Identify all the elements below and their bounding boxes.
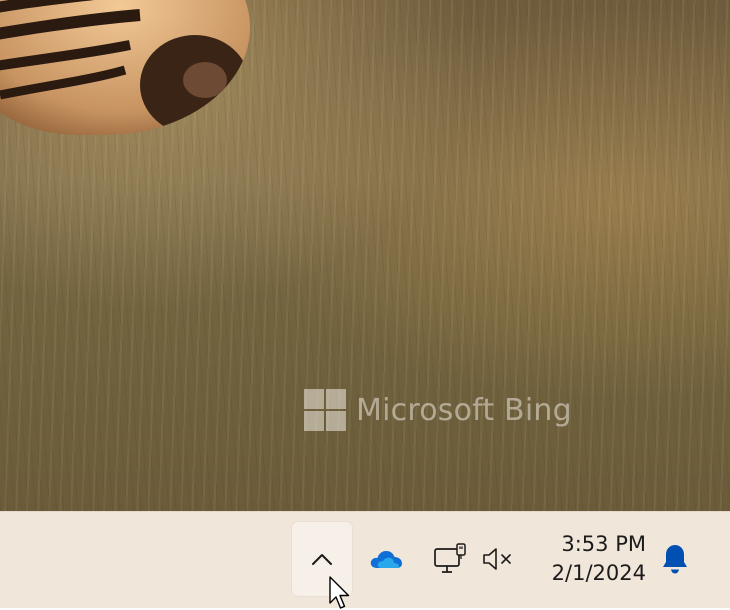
notification-bell-icon [663, 545, 687, 574]
network-button[interactable] [426, 526, 474, 592]
microsoft-logo-icon [304, 389, 346, 431]
clock-date: 2/1/2024 [551, 561, 646, 585]
network-wired-icon [434, 543, 466, 573]
onedrive-cloud-icon [370, 550, 402, 568]
chevron-up-icon [312, 554, 332, 565]
watermark-text: Microsoft Bing [356, 392, 572, 428]
notifications-button[interactable] [652, 526, 698, 592]
volume-button[interactable] [476, 526, 520, 592]
volume-muted-icon [483, 548, 511, 570]
clock-button[interactable]: 3:53 PM 2/1/2024 [530, 526, 646, 592]
bing-watermark: Microsoft Bing [304, 389, 572, 431]
clock-time: 3:53 PM [561, 532, 646, 556]
onedrive-button[interactable] [360, 526, 412, 592]
desktop-wallpaper: Microsoft Bing [0, 0, 730, 511]
taskbar: 3:53 PM 2/1/2024 [0, 511, 730, 608]
show-hidden-icons-button[interactable] [292, 522, 352, 596]
